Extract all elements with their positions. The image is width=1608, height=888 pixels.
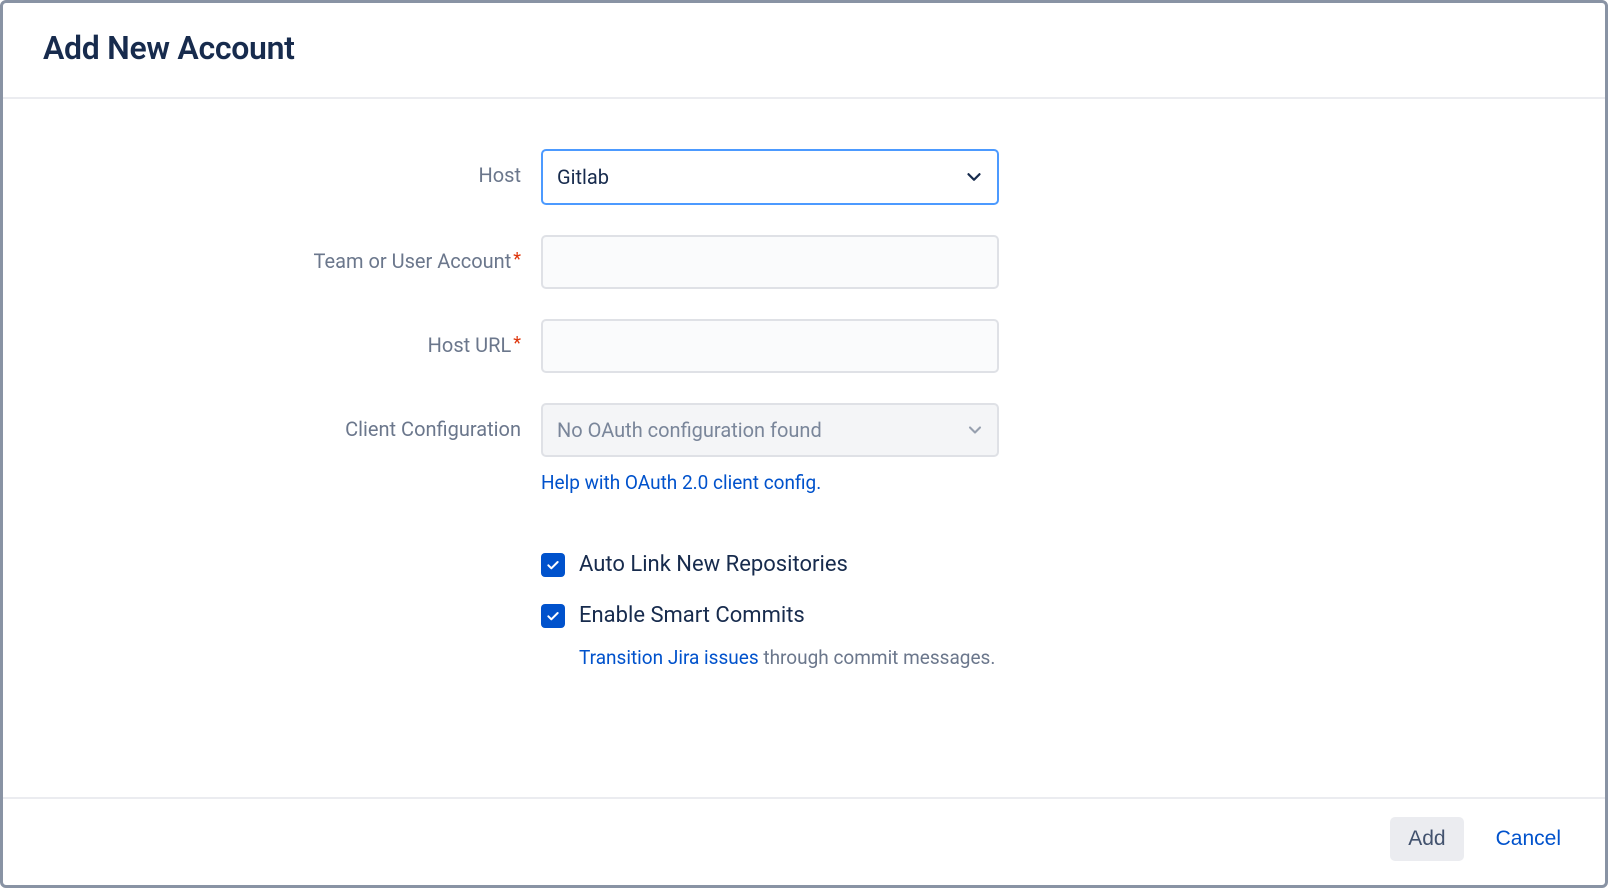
label-host-url: Host URL — [428, 333, 512, 357]
client-config-value: No OAuth configuration found — [557, 418, 822, 442]
add-new-account-dialog: Add New Account Host Gitlab — [0, 0, 1608, 888]
transition-issues-link[interactable]: Transition Jira issues — [579, 646, 759, 669]
add-button[interactable]: Add — [1390, 817, 1463, 861]
dialog-header: Add New Account — [3, 3, 1605, 99]
label-team-or-user: Team or User Account — [314, 249, 512, 273]
checkbox-auto-link-row: Auto Link New Repositories — [541, 552, 995, 577]
host-select-value: Gitlab — [557, 165, 609, 189]
label-host: Host — [478, 163, 521, 187]
team-or-user-input[interactable] — [541, 235, 999, 289]
smart-commits-label[interactable]: Enable Smart Commits — [579, 603, 805, 628]
row-auto-link: Auto Link New Repositories Enable Smart … — [43, 546, 1565, 669]
host-select[interactable]: Gitlab — [541, 149, 999, 205]
smart-commits-hint: Transition Jira issues through commit me… — [541, 646, 995, 669]
auto-link-label[interactable]: Auto Link New Repositories — [579, 552, 848, 577]
checkbox-smart-commits-row: Enable Smart Commits — [541, 603, 995, 628]
row-team-or-user: Team or User Account* — [43, 235, 1565, 289]
dialog-footer: Add Cancel — [3, 797, 1605, 885]
smart-commits-hint-rest: through commit messages. — [759, 646, 996, 669]
cancel-button[interactable]: Cancel — [1492, 817, 1565, 861]
label-client-config: Client Configuration — [345, 417, 521, 441]
oauth-help-link[interactable]: Help with OAuth 2.0 client config. — [541, 471, 821, 494]
required-asterisk: * — [513, 249, 521, 270]
row-host: Host Gitlab — [43, 149, 1565, 205]
row-host-url: Host URL* — [43, 319, 1565, 373]
auto-link-checkbox[interactable] — [541, 553, 565, 577]
dialog-title: Add New Account — [43, 29, 1565, 67]
host-url-input[interactable] — [541, 319, 999, 373]
client-config-select[interactable]: No OAuth configuration found — [541, 403, 999, 457]
smart-commits-checkbox[interactable] — [541, 604, 565, 628]
row-client-config: Client Configuration No OAuth configurat… — [43, 403, 1565, 494]
dialog-body: Host Gitlab Team or User Account* — [3, 99, 1605, 797]
required-asterisk: * — [513, 333, 521, 354]
